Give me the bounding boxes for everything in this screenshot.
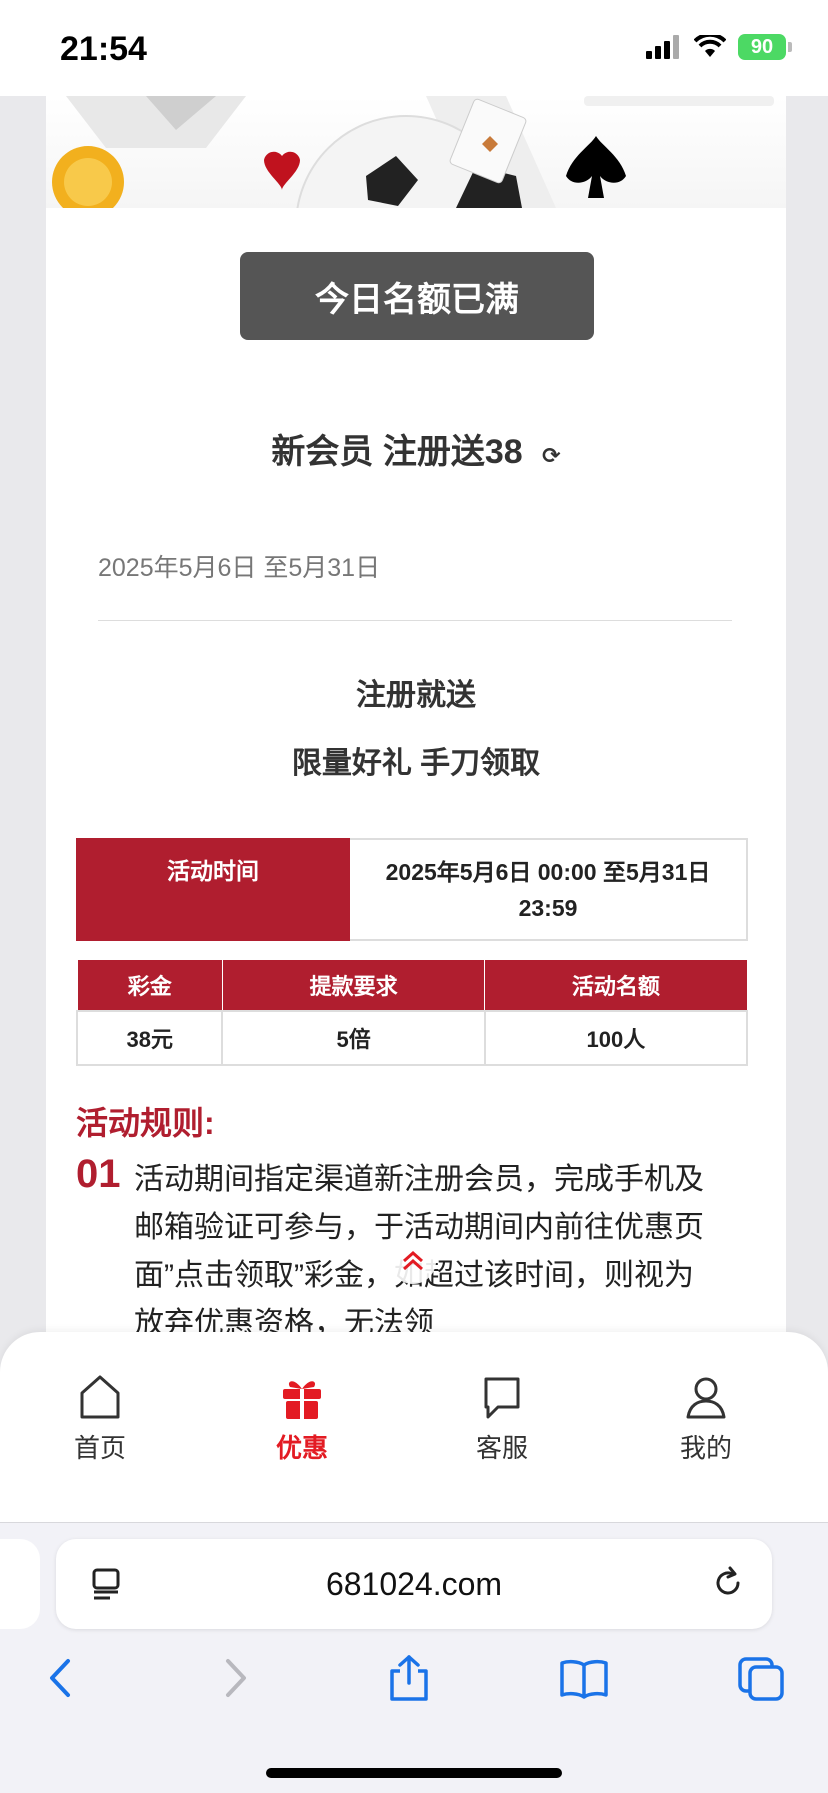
cell-withdraw-requirement: 5倍	[221, 1010, 486, 1066]
forward-icon[interactable]	[216, 1653, 256, 1703]
promo-desc-line1: 注册就送	[356, 679, 476, 712]
gift-icon	[283, 1381, 321, 1419]
bookmarks-icon[interactable]	[558, 1653, 610, 1703]
promo-title-text: 新会员 注册送38	[271, 433, 523, 471]
activity-time-value: 2025年5月6日 00:00 至5月31日 23:59	[348, 838, 748, 941]
address-bar[interactable]: 681024.com	[56, 1539, 772, 1629]
url-text: 681024.com	[325, 1566, 503, 1602]
table-header-row: 彩金 提款要求 活动名额	[76, 960, 748, 1012]
back-icon[interactable]	[40, 1653, 80, 1703]
header-quota: 活动名额	[484, 960, 748, 1012]
cell-quota: 100人	[483, 1010, 749, 1066]
divider	[98, 620, 732, 621]
battery-indicator: 90	[738, 34, 786, 60]
promo-card: 今日名额已满 新会员 注册送38 ⟳ 2025年5月6日 至5月31日 注册就送…	[46, 96, 786, 1522]
browser-toolbar: 681024.com	[0, 1522, 828, 1793]
quota-full-button[interactable]: 今日名额已满	[240, 252, 594, 340]
activity-time-label: 活动时间	[76, 838, 350, 941]
tabs-icon[interactable]	[736, 1653, 786, 1703]
tab-customer-service-label: 客服	[475, 1433, 528, 1463]
share-icon[interactable]	[386, 1653, 432, 1703]
home-indicator[interactable]	[266, 1768, 562, 1778]
banner-illustration	[52, 96, 774, 208]
refresh-icon[interactable]: ⟳	[542, 443, 560, 468]
table-row: 活动时间 2025年5月6日 00:00 至5月31日 23:59	[76, 838, 748, 941]
chat-icon	[484, 1377, 520, 1419]
wifi-icon	[694, 35, 726, 57]
home-icon	[80, 1375, 120, 1419]
status-icons: 90	[646, 34, 792, 60]
scroll-to-top-button[interactable]	[390, 1238, 436, 1284]
status-bar: 21:54 90	[0, 0, 828, 96]
tab-profile[interactable]: 我的	[646, 1372, 766, 1465]
double-chevron-up-icon	[403, 1250, 423, 1271]
header-withdraw-requirement: 提款要求	[221, 960, 486, 1012]
previous-tab-preview[interactable]	[0, 1539, 40, 1629]
page-content[interactable]: 今日名额已满 新会员 注册送38 ⟳ 2025年5月6日 至5月31日 注册就送…	[0, 96, 828, 1522]
tab-home-label: 首页	[73, 1433, 126, 1463]
signal-icon	[646, 35, 679, 59]
promo-title: 新会员 注册送38 ⟳	[46, 424, 786, 473]
cell-bonus: 38元	[75, 1010, 224, 1066]
table-row: 38元 5倍 100人	[75, 1010, 749, 1066]
activity-time-table: 活动时间 2025年5月6日 00:00 至5月31日 23:59	[76, 838, 748, 941]
tab-home[interactable]: 首页	[40, 1372, 160, 1465]
rules-title: 活动规则:	[76, 1105, 215, 1141]
browser-nav-row	[0, 1653, 828, 1723]
promo-desc-line2: 限量好礼 手刀领取	[291, 747, 541, 780]
bottom-tab-bar: 首页 优惠 客服 我的	[0, 1332, 828, 1522]
bonus-table: 彩金 提款要求 活动名额 38元 5倍 100人	[75, 960, 749, 1066]
promo-banner	[46, 96, 786, 208]
tab-promotions[interactable]: 优惠	[242, 1372, 362, 1465]
tab-customer-service[interactable]: 客服	[442, 1372, 562, 1465]
reload-icon[interactable]	[710, 1565, 746, 1601]
promo-date-range: 2025年5月6日 至5月31日	[98, 554, 381, 582]
tab-promotions-label: 优惠	[275, 1433, 328, 1463]
rule-number: 01	[76, 1152, 121, 1196]
battery-cap	[788, 42, 792, 52]
header-bonus: 彩金	[76, 960, 223, 1012]
user-icon	[686, 1377, 726, 1419]
tab-profile-label: 我的	[679, 1433, 732, 1463]
status-time: 21:54	[60, 30, 147, 68]
